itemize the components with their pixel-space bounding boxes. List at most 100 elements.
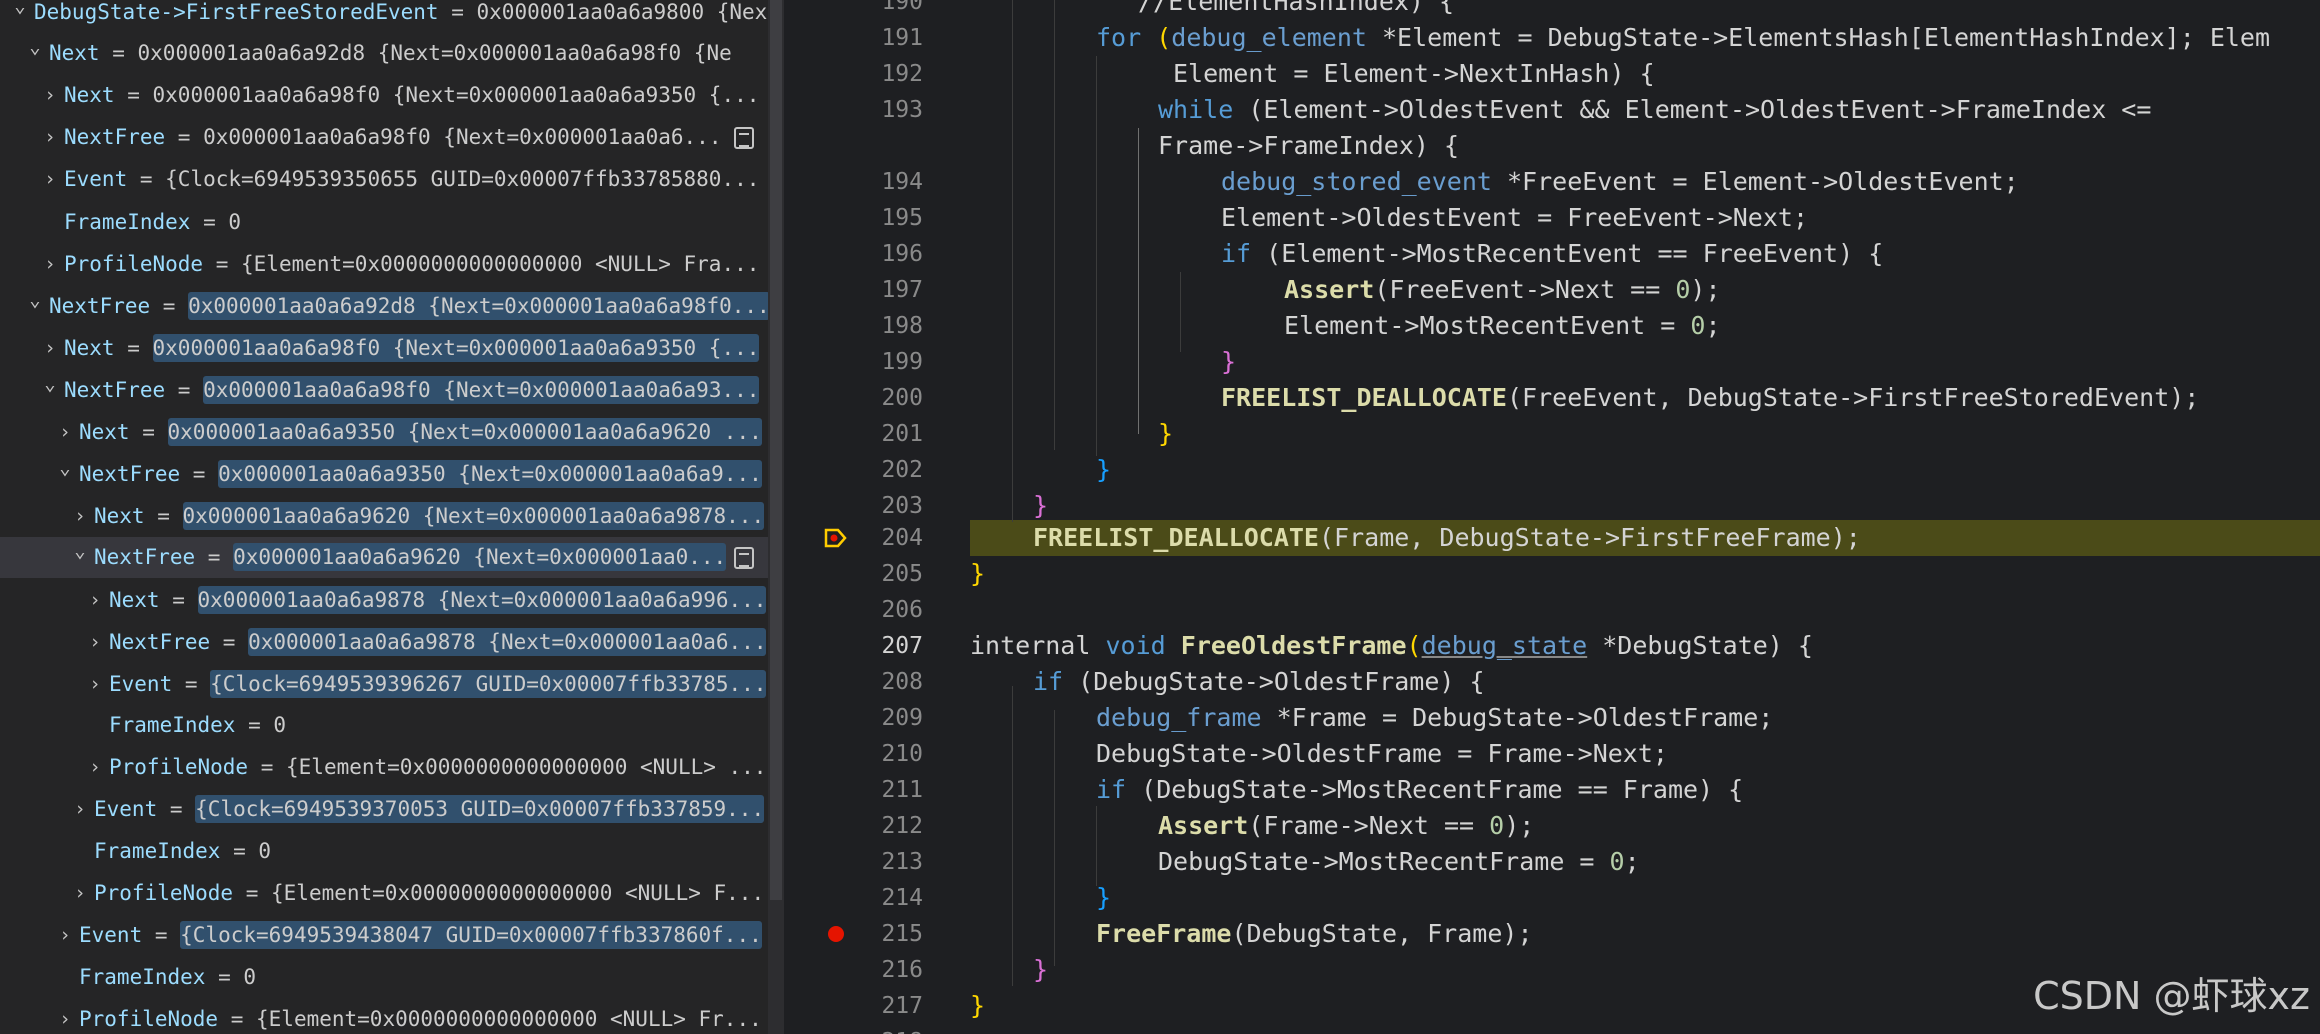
variable-row[interactable]: › Event = {Clock=6949539438047 GUID=0x000…	[0, 915, 784, 956]
variable-row[interactable]: › Next = 0x000001aa0a6a98f0 {Next=0x00000…	[0, 75, 784, 116]
indent-guide	[1012, 0, 1013, 522]
line-number[interactable]: 211	[788, 772, 923, 808]
variable-name: NextFree	[49, 294, 151, 318]
line-number[interactable]: 202	[788, 452, 923, 488]
variable-name: FrameIndex	[64, 210, 191, 234]
line-number[interactable]: 200	[788, 380, 923, 416]
line-number[interactable]: 197	[788, 272, 923, 308]
editor-gutter[interactable]: 190 191 192 193 194 195 196 197 198 199 200 201 202 2…	[788, 0, 973, 1034]
line-number[interactable]: 195	[788, 200, 923, 236]
chevron-right-icon[interactable]: ›	[55, 915, 75, 956]
code-editor[interactable]: 190 191 192 193 194 195 196 197 198 199 200 201 202 2…	[788, 0, 2320, 1034]
chevron-right-icon[interactable]: ›	[55, 999, 75, 1034]
line-number[interactable]: 199	[788, 344, 923, 380]
code-text: (DebugState, Frame);	[1231, 919, 1533, 948]
variable-row[interactable]: › Event = {Clock=6949539396267 GUID=0x000…	[0, 664, 784, 705]
variable-name: ProfileNode	[109, 755, 249, 779]
chevron-right-icon[interactable]: ›	[70, 789, 90, 830]
variable-row[interactable]: › Next = 0x000001aa0a6a9878 {Next=0x00000…	[0, 580, 784, 621]
line-number[interactable]: 210	[788, 736, 923, 772]
line-number[interactable]: 214	[788, 880, 923, 916]
chevron-right-icon[interactable]: ›	[85, 664, 105, 705]
variable-row[interactable]: ⌄ NextFree = 0x000001aa0a6a9620 {Next=0x0…	[0, 537, 784, 578]
chevron-right-icon[interactable]: ›	[40, 159, 60, 200]
chevron-down-icon[interactable]: ⌄	[70, 537, 90, 578]
chevron-right-icon[interactable]: ›	[40, 244, 60, 285]
chevron-right-icon[interactable]: ›	[85, 622, 105, 663]
variable-row[interactable]: › ProfileNode = {Element=0x00000000000000…	[0, 747, 784, 788]
chevron-right-icon[interactable]: ›	[40, 75, 60, 116]
chevron-right-icon[interactable]: ›	[40, 328, 60, 369]
code-line-207: internal void FreeOldestFrame(debug_stat…	[970, 628, 1813, 664]
variable-row[interactable]: ⌄ DebugState->FirstFreeStoredEvent = 0x00…	[0, 0, 784, 33]
chevron-right-icon[interactable]: ›	[55, 412, 75, 453]
code-text: );	[1504, 811, 1535, 840]
line-number[interactable]: 205	[788, 556, 923, 592]
chevron-down-icon[interactable]: ⌄	[10, 0, 30, 33]
copy-value-icon[interactable]	[734, 547, 754, 569]
code-text: (FreeEvent->Next ==	[1374, 275, 1676, 304]
number-literal: 0	[1489, 811, 1505, 840]
line-number[interactable]: 192	[788, 56, 923, 92]
line-number[interactable]: 198	[788, 308, 923, 344]
code-line-198: Element->MostRecentEvent = 0;	[1284, 308, 1721, 344]
variable-row[interactable]: FrameIndex = 0	[0, 831, 784, 872]
line-number[interactable]: 203	[788, 488, 923, 524]
code-line-191: for (debug_element *Element = DebugState…	[1096, 20, 2270, 56]
variable-row[interactable]: › ProfileNode = {Element=0x00000000000000…	[0, 873, 784, 914]
code-text: Element->MostRecentEvent =	[1284, 311, 1691, 340]
line-number[interactable]: 190	[788, 0, 923, 20]
variable-row[interactable]: › Event = {Clock=6949539350655 GUID=0x000…	[0, 159, 784, 200]
equals-sign: =	[235, 713, 274, 737]
variable-row[interactable]: › NextFree = 0x000001aa0a6a9878 {Next=0x0…	[0, 622, 784, 663]
variable-row[interactable]: › NextFree = 0x000001aa0a6a98f0 {Next=0x0…	[0, 117, 784, 158]
variable-row[interactable]: › Next = 0x000001aa0a6a9620 {Next=0x00000…	[0, 496, 784, 537]
variable-row[interactable]: FrameIndex = 0	[0, 957, 784, 998]
breakpoint-icon[interactable]	[828, 926, 844, 942]
variable-row[interactable]: › Event = {Clock=6949539370053 GUID=0x000…	[0, 789, 784, 830]
chevron-right-icon[interactable]: ›	[85, 747, 105, 788]
line-number[interactable]: 196	[788, 236, 923, 272]
chevron-down-icon[interactable]: ⌄	[25, 33, 45, 74]
variable-row[interactable]: FrameIndex = 0	[0, 705, 784, 746]
line-number[interactable]: 217	[788, 988, 923, 1024]
variable-row[interactable]: › Next = 0x000001aa0a6a98f0 {Next=0x00000…	[0, 328, 784, 369]
line-number[interactable]: 204	[788, 520, 923, 556]
keyword: if	[1033, 667, 1064, 696]
variable-row[interactable]: FrameIndex = 0	[0, 202, 784, 243]
variable-value: 0	[228, 210, 242, 234]
line-number[interactable]: 191	[788, 20, 923, 56]
chevron-down-icon[interactable]: ⌄	[40, 370, 60, 411]
chevron-right-icon[interactable]: ›	[70, 496, 90, 537]
variable-row[interactable]: › ProfileNode = {Element=0x00000000000000…	[0, 999, 784, 1034]
line-number[interactable]: 207	[788, 628, 923, 664]
code-text: *FreeEvent = Element->OldestEvent;	[1491, 167, 2019, 196]
function-name: FREELIST_DEALLOCATE	[1033, 523, 1319, 552]
line-number[interactable]: 201	[788, 416, 923, 452]
variable-row[interactable]: ⌄ NextFree = 0x000001aa0a6a9350 {Next=0x0…	[0, 454, 784, 495]
line-number[interactable]: 208	[788, 664, 923, 700]
line-number[interactable]: 209	[788, 700, 923, 736]
variable-row[interactable]: ⌄ Next = 0x000001aa0a6a92d8 {Next=0x00000…	[0, 33, 784, 74]
line-number[interactable]: 213	[788, 844, 923, 880]
chevron-right-icon[interactable]: ›	[85, 580, 105, 621]
variable-value: 0x000001aa0a6a92d8 {Next=0x000001aa0a6a9…	[137, 41, 732, 65]
variable-row[interactable]: › Next = 0x000001aa0a6a9350 {Next=0x00000…	[0, 412, 784, 453]
variable-row[interactable]: ⌄ NextFree = 0x000001aa0a6a92d8 {Next=0x0…	[0, 286, 784, 327]
variable-entry: Event = {Clock=6949539350655 GUID=0x0000…	[64, 159, 759, 200]
line-number[interactable]: 212	[788, 808, 923, 844]
variables-scrollbar-thumb[interactable]	[770, 0, 782, 900]
chevron-right-icon[interactable]: ›	[70, 873, 90, 914]
copy-value-icon[interactable]	[734, 127, 754, 149]
line-number[interactable]: 194	[788, 164, 923, 200]
line-number[interactable]: 216	[788, 952, 923, 988]
chevron-right-icon[interactable]: ›	[40, 117, 60, 158]
line-number[interactable]: 218	[788, 1024, 923, 1034]
chevron-down-icon[interactable]: ⌄	[25, 286, 45, 327]
variable-row[interactable]: › ProfileNode = {Element=0x00000000000000…	[0, 244, 784, 285]
line-number[interactable]: 193	[788, 92, 923, 128]
chevron-down-icon[interactable]: ⌄	[55, 454, 75, 495]
variable-row[interactable]: ⌄ NextFree = 0x000001aa0a6a98f0 {Next=0x0…	[0, 370, 784, 411]
line-number[interactable]: 206	[788, 592, 923, 628]
line-number[interactable]: 215	[788, 916, 923, 952]
